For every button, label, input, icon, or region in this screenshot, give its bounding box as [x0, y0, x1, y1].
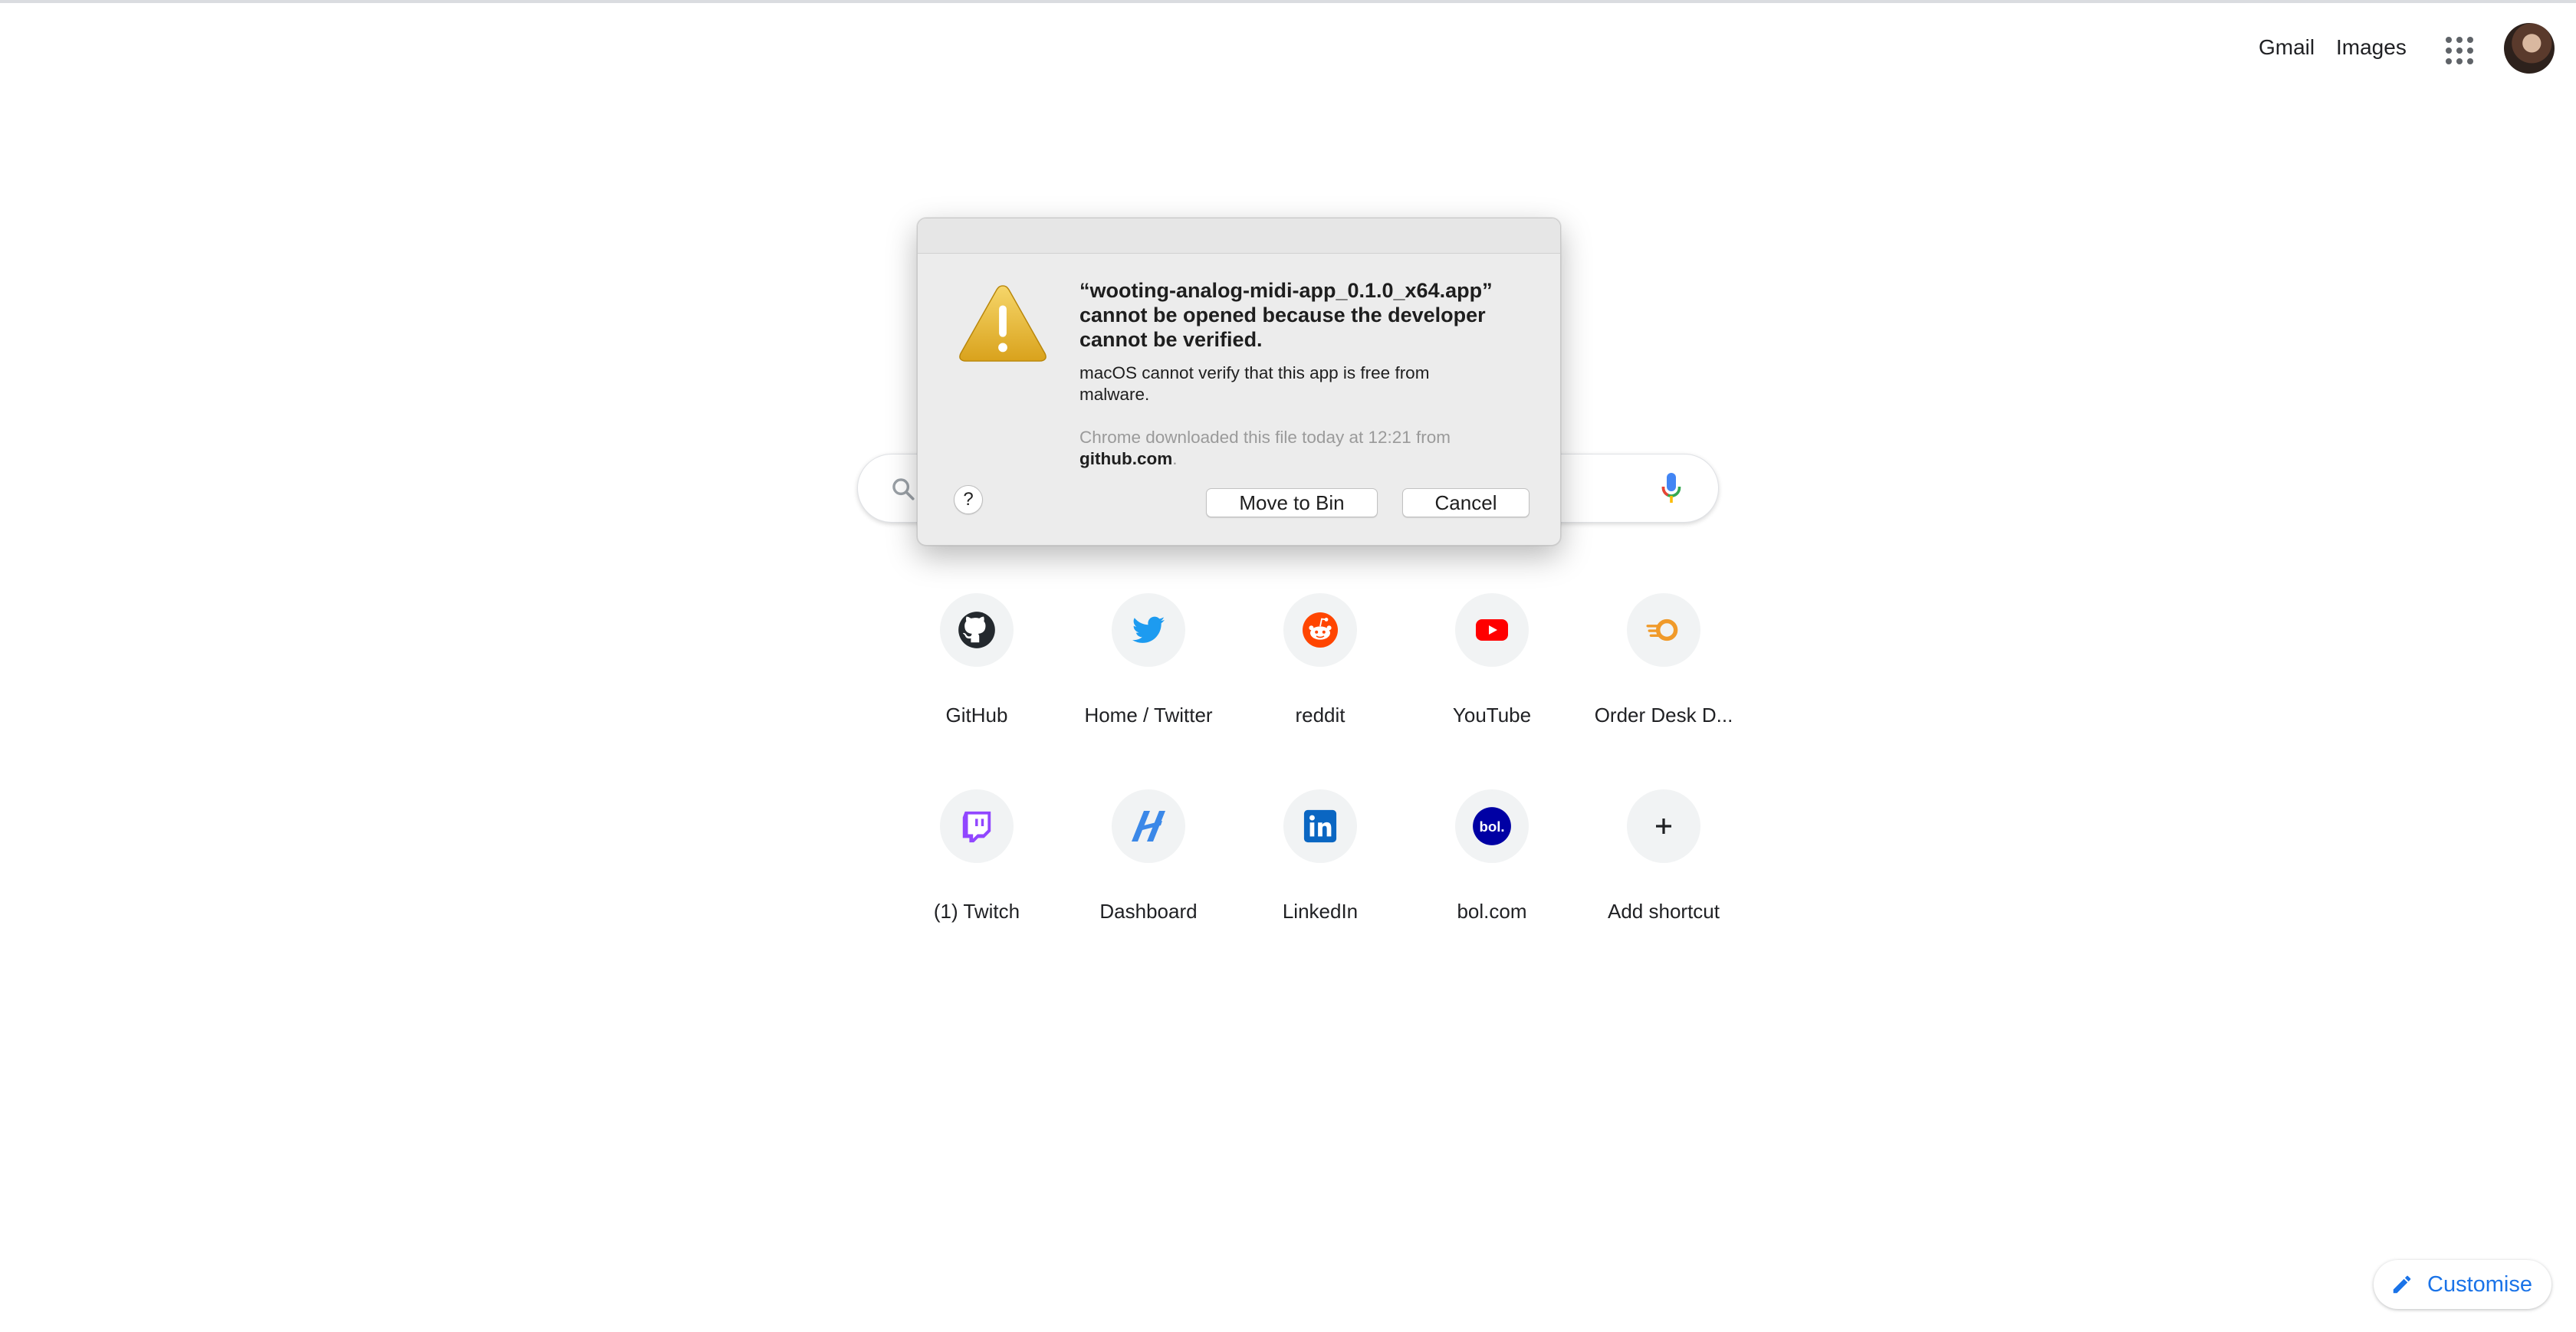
reddit-icon [1303, 612, 1338, 648]
help-button[interactable]: ? [954, 485, 983, 514]
pencil-icon [2393, 1275, 2411, 1294]
dialog-message: macOS cannot verify that this app is fre… [1079, 363, 1430, 404]
dialog-source-domain: github.com [1079, 449, 1173, 468]
dialog-source-period: . [1172, 449, 1178, 468]
customise-label: Customise [2427, 1271, 2532, 1297]
bol-icon: bol. [1473, 807, 1511, 845]
shortcut-youtube[interactable]: YouTube [1406, 586, 1578, 762]
dialog-title: “wooting-analog-midi-app_0.1.0_x64.app” … [1079, 279, 1493, 351]
shortcut-label: Dashboard [1099, 900, 1198, 923]
shortcut-twitter[interactable]: Home / Twitter [1063, 586, 1234, 762]
apps-grid-icon[interactable] [2441, 32, 2473, 64]
shortcut-order-desk[interactable]: Order Desk D... [1578, 586, 1750, 762]
shortcut-twitch[interactable]: (1) Twitch [891, 782, 1063, 958]
dashboard-icon [1132, 811, 1165, 842]
plus-icon [1656, 819, 1671, 834]
shortcut-label: Add shortcut [1608, 900, 1720, 923]
shortcut-label: bol.com [1457, 900, 1527, 923]
top-border [0, 0, 2576, 3]
shortcut-linkedin[interactable]: LinkedIn [1234, 782, 1406, 958]
dialog-source: Chrome downloaded this file today at 12:… [1079, 427, 1509, 470]
order-desk-icon [1646, 618, 1678, 641]
shortcut-label: GitHub [945, 704, 1008, 727]
add-shortcut-button[interactable]: Add shortcut [1578, 782, 1750, 958]
dialog-titlebar [918, 218, 1560, 254]
search-icon [892, 478, 915, 500]
linkedin-icon [1303, 809, 1337, 843]
github-icon [958, 612, 995, 648]
cancel-button[interactable]: Cancel [1402, 488, 1530, 517]
warning-icon [959, 285, 1046, 362]
shortcut-label: reddit [1295, 704, 1346, 727]
shortcut-label: (1) Twitch [933, 900, 1020, 923]
shortcut-dashboard[interactable]: Dashboard [1063, 782, 1234, 958]
shortcut-label: YouTube [1452, 704, 1532, 727]
shortcut-reddit[interactable]: reddit [1234, 586, 1406, 762]
images-link[interactable]: Images [2336, 34, 2407, 61]
shortcut-label: Home / Twitter [1084, 704, 1213, 727]
youtube-icon [1476, 619, 1508, 641]
shortcut-label: LinkedIn [1282, 900, 1359, 923]
shortcut-bol[interactable]: bol. bol.com [1406, 782, 1578, 958]
svg-text:bol.: bol. [1479, 819, 1504, 835]
move-to-bin-button[interactable]: Move to Bin [1206, 488, 1378, 517]
gatekeeper-dialog: “wooting-analog-midi-app_0.1.0_x64.app” … [917, 218, 1561, 546]
microphone-icon[interactable] [1660, 471, 1683, 507]
customise-button[interactable]: Customise [2374, 1260, 2551, 1309]
account-avatar[interactable] [2504, 23, 2555, 74]
twitter-icon [1132, 616, 1165, 643]
shortcuts-grid: GitHub Home / Twitter reddit YouTube Ord… [891, 586, 1743, 958]
dialog-source-text: Chrome downloaded this file today at 12:… [1079, 428, 1451, 447]
shortcut-label: Order Desk D... [1594, 704, 1733, 727]
twitch-icon [962, 811, 991, 843]
shortcut-github[interactable]: GitHub [891, 586, 1063, 762]
gmail-link[interactable]: Gmail [2259, 34, 2315, 61]
